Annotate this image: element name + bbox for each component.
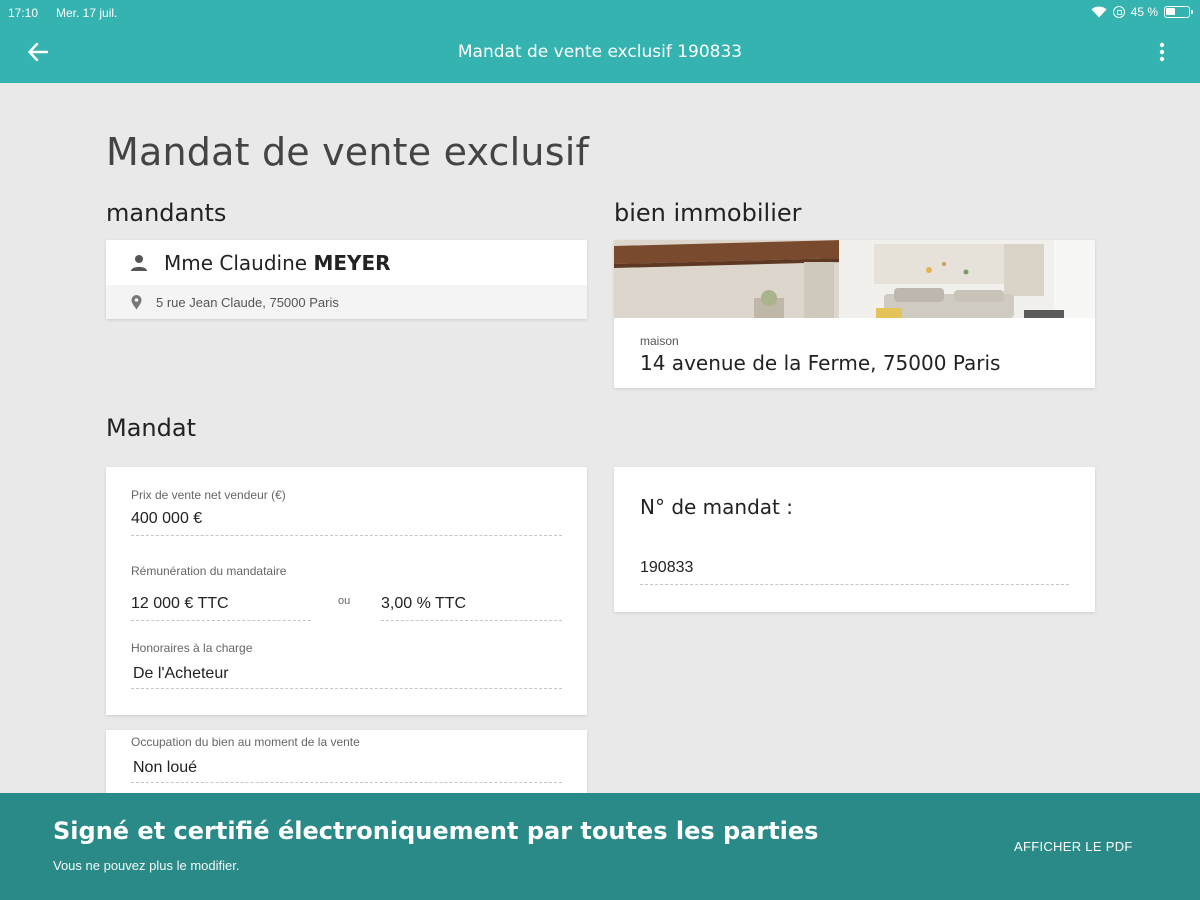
battery-percent: 45 % bbox=[1130, 5, 1158, 19]
numero-label: N° de mandat : bbox=[640, 495, 793, 519]
person-icon bbox=[131, 254, 147, 271]
app-bar: 17:10 Mer. 17 juil. 45 % Mandat de vente… bbox=[0, 0, 1200, 83]
occupation-label: Occupation du bien au moment de la vente bbox=[131, 735, 360, 749]
status-date: Mer. 17 juil. bbox=[56, 6, 118, 20]
bien-address: 14 avenue de la Ferme, 75000 Paris bbox=[640, 351, 1001, 375]
mandant-last-name: MEYER bbox=[313, 250, 391, 275]
status-time: 17:10 bbox=[8, 6, 39, 20]
rotation-lock-icon bbox=[1112, 6, 1125, 18]
wifi-icon bbox=[1091, 6, 1107, 18]
more-vert-icon bbox=[1159, 42, 1165, 62]
occupation-underline bbox=[131, 782, 562, 783]
remuneration-amount-field[interactable]: 12 000 € TTC bbox=[131, 595, 229, 613]
numero-card: N° de mandat : 190833 bbox=[614, 467, 1095, 612]
page-title: Mandat de vente exclusif bbox=[106, 130, 590, 174]
numero-underline bbox=[640, 584, 1069, 585]
app-bar-title: Mandat de vente exclusif 190833 bbox=[457, 42, 743, 62]
location-pin-icon bbox=[131, 294, 142, 309]
honoraires-field[interactable]: De l'Acheteur bbox=[133, 665, 229, 683]
bien-card[interactable]: maison 14 avenue de la Ferme, 75000 Pari… bbox=[614, 240, 1095, 388]
numero-field[interactable]: 190833 bbox=[640, 559, 693, 577]
mandat-card: Prix de vente net vendeur (€) 400 000 € … bbox=[106, 467, 587, 715]
remuneration-amount-underline bbox=[131, 620, 311, 621]
ou-separator: ou bbox=[338, 595, 351, 607]
bien-type: maison bbox=[640, 334, 679, 348]
show-pdf-button[interactable]: AFFICHER LE PDF bbox=[1000, 833, 1147, 860]
prix-label: Prix de vente net vendeur (€) bbox=[131, 488, 286, 502]
signature-banner: Signé et certifié électroniquement par t… bbox=[0, 793, 1200, 900]
status-indicators: 45 % bbox=[1091, 5, 1193, 19]
banner-title: Signé et certifié électroniquement par t… bbox=[53, 817, 819, 845]
mandant-first-name: Mme Claudine bbox=[164, 250, 308, 275]
mandant-address: 5 rue Jean Claude, 75000 Paris bbox=[156, 294, 339, 310]
overflow-menu-button[interactable] bbox=[1150, 38, 1174, 66]
mandat-section-title: Mandat bbox=[106, 414, 196, 442]
remuneration-percent-field[interactable]: 3,00 % TTC bbox=[381, 595, 466, 613]
occupation-field[interactable]: Non loué bbox=[133, 759, 197, 777]
battery-icon bbox=[1164, 6, 1193, 18]
bien-info: maison 14 avenue de la Ferme, 75000 Pari… bbox=[614, 318, 1095, 375]
honoraires-underline bbox=[131, 688, 562, 689]
honoraires-label: Honoraires à la charge bbox=[131, 641, 253, 655]
banner-subtitle: Vous ne pouvez plus le modifier. bbox=[53, 858, 240, 873]
prix-underline bbox=[131, 535, 562, 536]
mandant-name-row: Mme Claudine MEYER bbox=[106, 240, 587, 285]
remuneration-percent-underline bbox=[381, 620, 562, 621]
property-photo-image bbox=[614, 240, 1095, 318]
status-bar: 17:10 Mer. 17 juil. 45 % bbox=[0, 0, 1200, 24]
prix-field[interactable]: 400 000 € bbox=[131, 510, 202, 528]
bien-section-title: bien immobilier bbox=[614, 199, 802, 227]
mandants-section-title: mandants bbox=[106, 199, 227, 227]
remuneration-label: Rémunération du mandataire bbox=[131, 564, 287, 578]
mandant-card[interactable]: Mme Claudine MEYER 5 rue Jean Claude, 75… bbox=[106, 240, 587, 319]
mandant-address-row: 5 rue Jean Claude, 75000 Paris bbox=[106, 285, 587, 319]
mandant-name: Mme Claudine MEYER bbox=[164, 251, 391, 275]
property-photo bbox=[614, 240, 1095, 318]
